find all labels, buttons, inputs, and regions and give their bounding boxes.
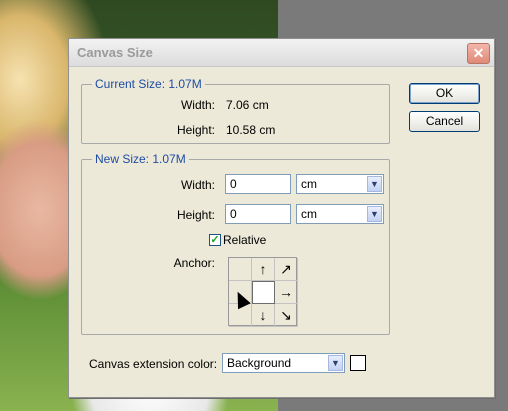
current-height-value: 10.58 cm xyxy=(226,123,276,137)
chevron-down-icon[interactable]: ▼ xyxy=(367,176,382,192)
anchor-middle-right[interactable]: → xyxy=(275,281,298,304)
width-unit-value: cm xyxy=(301,177,317,191)
new-size-title: New Size: 1.07M xyxy=(92,152,189,166)
canvas-size-dialog: Canvas Size ✕ Current Size: 1.07M Width:… xyxy=(68,38,495,398)
new-width-label: Width: xyxy=(180,178,215,192)
height-unit-value: cm xyxy=(301,207,317,221)
current-width-value: 7.06 cm xyxy=(226,98,269,112)
arrow-up-right-icon: ↗ xyxy=(280,260,292,277)
cancel-button[interactable]: Cancel xyxy=(409,111,480,132)
arrow-right-icon: → xyxy=(279,284,293,300)
anchor-top-left[interactable] xyxy=(229,258,252,281)
current-width-label: Width: xyxy=(180,98,215,112)
extension-color-select[interactable]: Background ▼ xyxy=(222,353,345,373)
anchor-top-center[interactable]: ↑ xyxy=(252,258,275,281)
anchor-top-right[interactable]: ↗ xyxy=(275,258,298,281)
width-unit-select[interactable]: cm ▼ xyxy=(296,174,384,194)
current-size-group: Current Size: 1.07M Width: 7.06 cm Heigh… xyxy=(81,77,390,144)
anchor-bottom-center[interactable]: ↓ xyxy=(252,304,275,327)
arrow-up-icon: ↑ xyxy=(259,261,267,277)
arrow-down-icon: ↓ xyxy=(259,307,267,323)
anchor-center[interactable] xyxy=(252,281,275,304)
anchor-label: Anchor: xyxy=(173,256,215,270)
extension-color-label: Canvas extension color: xyxy=(89,357,218,371)
height-unit-select[interactable]: cm ▼ xyxy=(296,204,384,224)
check-icon: ✓ xyxy=(210,234,220,246)
chevron-down-icon[interactable]: ▼ xyxy=(328,355,343,371)
new-height-label: Height: xyxy=(176,208,215,222)
anchor-bottom-right[interactable]: ↘ xyxy=(275,304,298,327)
arrow-down-right-icon: ↘ xyxy=(280,306,292,323)
current-size-title: Current Size: 1.07M xyxy=(92,77,205,91)
extension-color-swatch[interactable] xyxy=(350,355,366,371)
relative-checkbox[interactable]: ✓ xyxy=(209,234,221,246)
height-input[interactable]: 0 xyxy=(225,204,291,224)
chevron-down-icon[interactable]: ▼ xyxy=(367,206,382,222)
close-button[interactable]: ✕ xyxy=(467,43,490,64)
dialog-title: Canvas Size xyxy=(77,45,153,60)
width-input[interactable]: 0 xyxy=(225,174,291,194)
extension-color-value: Background xyxy=(227,356,292,370)
ok-button[interactable]: OK xyxy=(409,83,480,104)
close-icon: ✕ xyxy=(472,45,485,61)
relative-label: Relative xyxy=(223,233,267,247)
dialog-titlebar[interactable]: Canvas Size ✕ xyxy=(69,39,494,67)
current-height-label: Height: xyxy=(176,123,215,137)
